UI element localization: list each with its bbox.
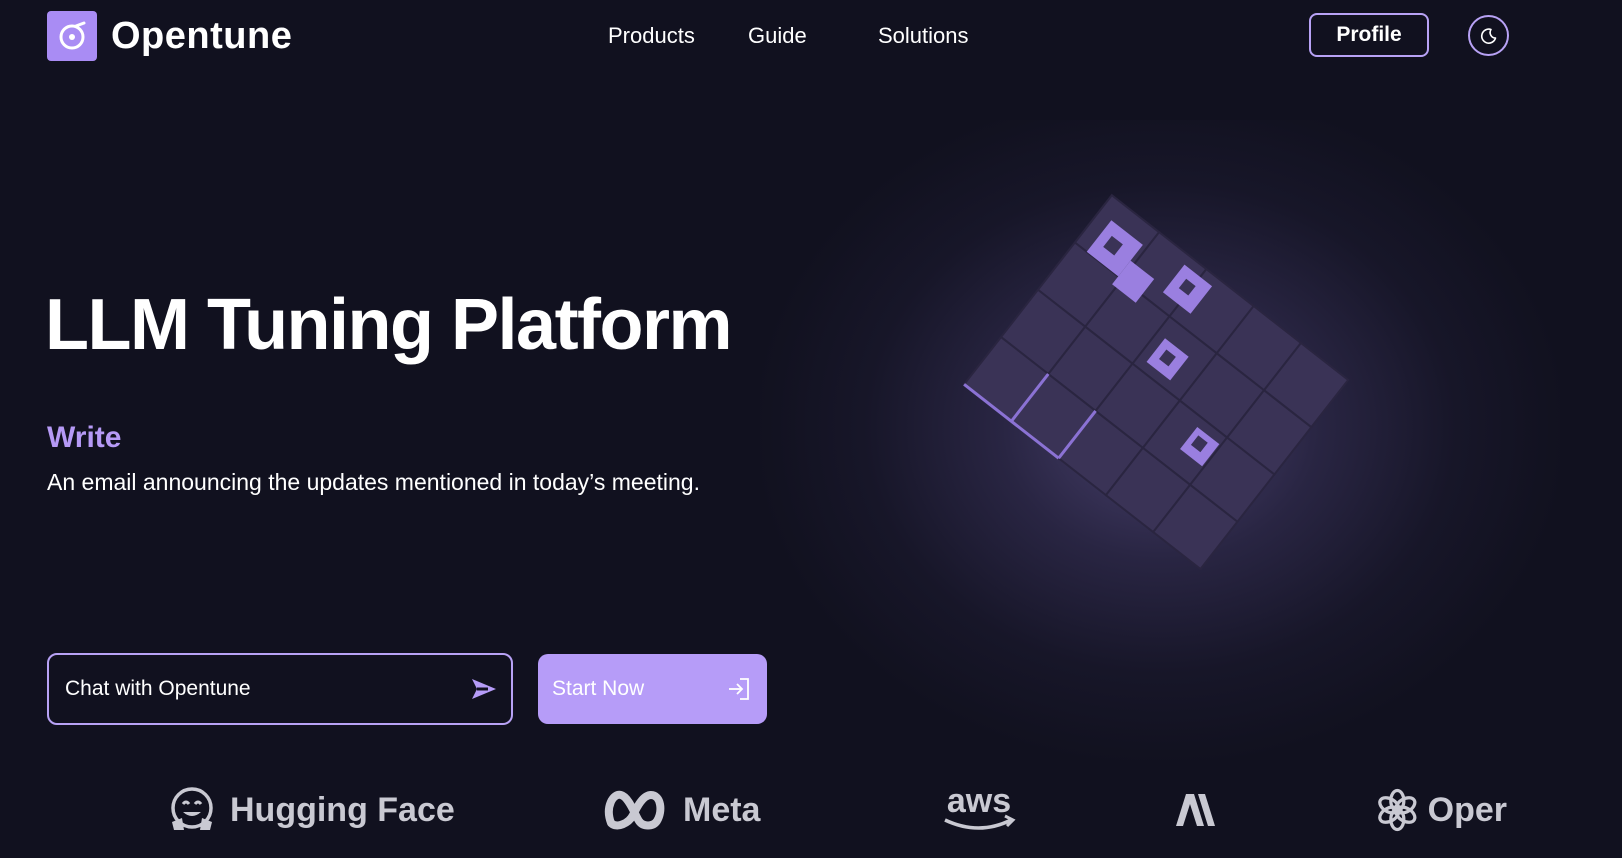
partner-name: Oper	[1427, 790, 1507, 829]
login-arrow-icon	[729, 678, 749, 700]
aws-logo: aws	[944, 784, 1016, 830]
hero-title: LLM Tuning Platform	[45, 285, 733, 365]
meta-logo	[604, 790, 665, 830]
partner-name: Hugging Face	[230, 790, 455, 829]
openai-logo	[1378, 788, 1417, 832]
partner-meta: Meta	[603, 780, 760, 840]
chat-input[interactable]	[63, 676, 469, 702]
main-nav: Products Guide Solutions	[608, 20, 998, 52]
chat-box	[47, 653, 513, 725]
send-icon[interactable]	[469, 674, 499, 704]
brand-name: Opentune	[111, 14, 293, 57]
nav-solutions[interactable]: Solutions	[878, 20, 998, 52]
partner-openai: Oper	[1375, 780, 1507, 840]
page: Opentune Products Guide Solutions Profil…	[0, 0, 1622, 858]
start-now-label: Start Now	[552, 677, 645, 700]
profile-button[interactable]: Profile	[1309, 13, 1429, 57]
partner-aws: aws	[939, 780, 1019, 840]
nav-guide[interactable]: Guide	[748, 20, 878, 52]
opentune-logo-icon	[47, 11, 97, 61]
nav-products[interactable]: Products	[608, 20, 748, 52]
theme-toggle-button[interactable]	[1468, 15, 1509, 56]
partner-anthropic: AI	[1172, 780, 1216, 840]
partner-name: aws	[947, 784, 1011, 820]
anthropic-logo	[1176, 794, 1215, 826]
partner-name: Meta	[683, 790, 761, 829]
hugging-face-logo	[171, 787, 213, 830]
write-example-text: An email announcing the updates mentione…	[47, 469, 700, 495]
cube-grid-art	[962, 193, 1350, 571]
start-now-button[interactable]: Start Now	[538, 654, 767, 724]
brand-logo[interactable]: Opentune	[47, 11, 292, 61]
partner-hugging-face: Hugging Face	[168, 780, 455, 840]
write-label: Write	[47, 421, 122, 454]
moon-icon	[1480, 27, 1496, 44]
partner-logos: Hugging Face Meta aws AI	[0, 780, 1622, 840]
